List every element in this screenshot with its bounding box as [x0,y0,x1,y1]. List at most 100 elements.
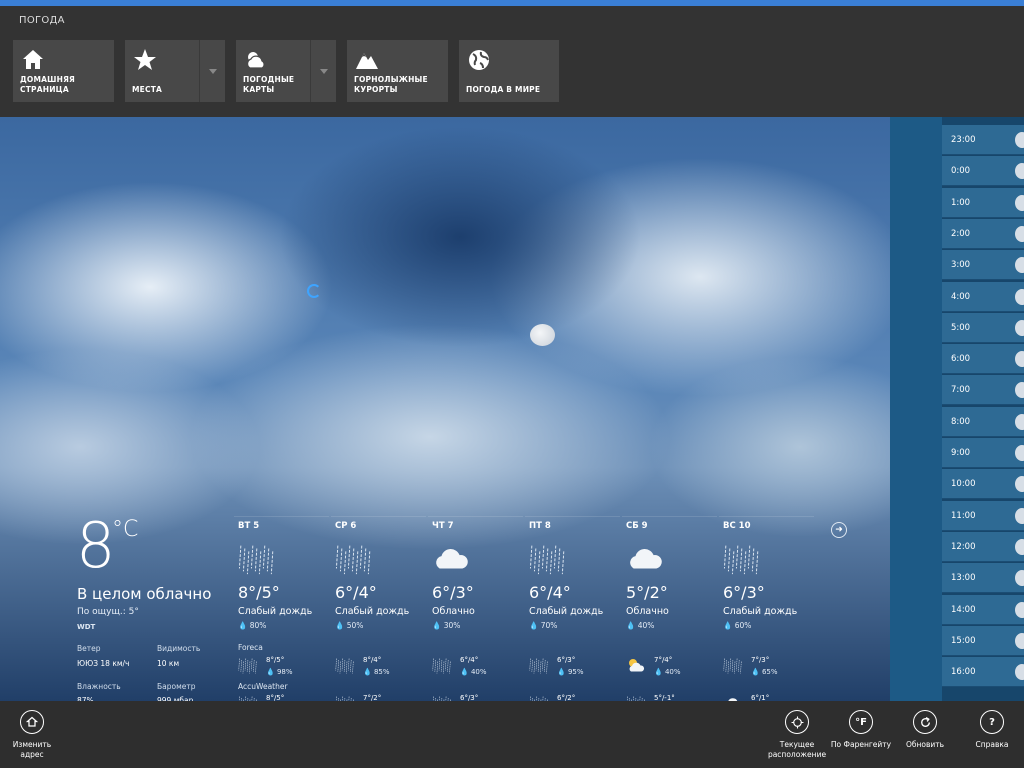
day-forecast-5[interactable]: ВС 10 6°/3° Слабый дождь 💧 60% 7°/3° 💧 65% 6°/… [719,516,814,704]
chevron-down-icon [319,68,328,74]
nav-tile-home[interactable]: ДОМАШНЯЯ СТРАНИЦА [13,40,114,102]
hour-time: 0:00 [951,166,971,177]
hour-forecast-item[interactable]: 6:00 [942,344,1024,375]
day-temperature: 6°/4° [529,583,571,602]
hour-forecast-item[interactable]: 15:00 [942,625,1024,656]
button-label: Изменить адрес [12,740,52,759]
hour-weather-icon [1015,664,1024,681]
day-forecast-4[interactable]: СБ 9 5°/2° Облачно 💧 40% 7°/4° 💧 40% 5°/-1° [622,516,717,704]
hour-forecast-item[interactable]: 23:00 [942,125,1024,155]
rain-icon [238,656,258,674]
hour-time: 2:00 [951,228,971,239]
day-precipitation: 💧 60% [723,621,752,630]
hour-time: 11:00 [951,510,976,521]
hour-weather-icon [1015,382,1024,399]
hour-forecast-item[interactable]: 16:00 [942,657,1024,688]
hour-forecast-item[interactable]: 7:00 [942,375,1024,406]
day-name: СБ 9 [626,521,648,531]
target-icon [785,710,809,734]
precip-value: 40% [470,668,487,676]
nav-tile-weather-maps[interactable]: ПОГОДНЫЕ КАРТЫ [236,40,336,102]
hour-weather-icon [1015,538,1024,555]
rain-icon [335,541,373,575]
hour-forecast-item[interactable]: 9:00 [942,438,1024,468]
nav-tile-label: МЕСТА [132,85,163,94]
nav-tile-places[interactable]: МЕСТА [125,40,225,102]
hour-weather-icon [1015,570,1024,587]
change-address-button[interactable]: Изменить адрес [8,710,56,760]
day-name: ВС 10 [723,521,751,531]
hour-weather-icon [1015,225,1024,242]
places-dropdown-button[interactable] [199,40,225,102]
loading-spinner-icon [307,284,321,298]
refresh-button[interactable]: Обновить [898,710,952,750]
nav-bar: ПОГОДА ДОМАШНЯЯ СТРАНИЦА МЕСТА ПОГОДНЫЕ … [0,6,1024,117]
day-precipitation: 💧 30% [432,621,461,630]
day-temperature: 6°/3° [432,583,474,602]
hour-forecast-item[interactable]: 14:00 [942,594,1024,625]
day-condition: Облачно [626,606,669,617]
app-title: ПОГОДА [19,15,65,26]
rain-icon [238,541,276,575]
nav-tile-world-weather[interactable]: ПОГОДА В МИРЕ [459,40,559,102]
hour-forecast-item[interactable]: 11:00 [942,500,1024,531]
hour-forecast-item[interactable]: 13:00 [942,563,1024,594]
hour-forecast-item[interactable]: 2:00 [942,218,1024,249]
precip-value: 85% [373,668,390,676]
day-precipitation: 💧 40% [626,621,655,630]
rain-icon [723,541,761,575]
hour-forecast-item[interactable]: 8:00 [942,406,1024,437]
visibility-value: 10 км [157,659,180,668]
day-name: ЧТ 7 [432,521,454,531]
nav-tile-label: ПОГОДНЫЕ КАРТЫ [243,75,295,94]
nav-tile-label: ГОРНОЛЫЖНЫЕ КУРОРТЫ [354,75,428,94]
source1-temperature: 6°/3° [557,656,576,664]
day-forecast-1[interactable]: СР 6 6°/4° Слабый дождь 💧 50% 8°/4° 💧 85% 7°/2… [331,516,426,704]
mountain-icon [356,53,378,69]
star-icon [134,49,156,70]
hour-forecast-item[interactable]: 4:00 [942,281,1024,312]
day-forecast-0[interactable]: ВТ 5 8°/5° Слабый дождь 💧 80% 8°/5° 💧 98% 8°/5… [234,516,329,704]
source1-temperature: 7°/4° [654,656,673,664]
help-button[interactable]: ? Справка [966,710,1018,750]
hour-forecast-item[interactable]: 10:00 [942,469,1024,500]
fahrenheit-button[interactable]: °F По Фаренгейту [830,710,892,750]
button-label: По Фаренгейту [830,740,892,749]
hour-forecast-item[interactable]: 0:00 [942,156,1024,187]
moon-icon [530,324,555,346]
rain-icon [723,656,743,674]
hour-forecast-item[interactable]: 1:00 [942,187,1024,218]
precip-value: 40% [637,621,655,630]
next-days-button[interactable]: ➜ [831,522,847,538]
hour-time: 12:00 [951,541,976,552]
weather-maps-dropdown-button[interactable] [310,40,336,102]
precip-value: 30% [443,621,461,630]
source1-precipitation: 💧 95% [557,668,584,676]
source1-precipitation: 💧 40% [654,668,681,676]
day-condition: Слабый дождь [723,606,798,617]
nav-tile-ski-resorts[interactable]: ГОРНОЛЫЖНЫЕ КУРОРТЫ [347,40,448,102]
hour-time: 13:00 [951,573,976,584]
precip-value: 50% [346,621,364,630]
hour-time: 23:00 [951,135,976,145]
precip-value: 65% [761,668,778,676]
hour-weather-icon [1015,319,1024,336]
hour-time: 10:00 [951,479,976,490]
day-name: ПТ 8 [529,521,551,531]
day-temperature: 5°/2° [626,583,668,602]
day-condition: Слабый дождь [529,606,604,617]
day-temperature: 6°/4° [335,583,377,602]
hour-time: 16:00 [951,667,976,678]
barometer-label: Барометр [157,682,196,691]
source1-temperature: 8°/4° [363,656,382,664]
hour-forecast-item[interactable]: 3:00 [942,250,1024,281]
partly-sunny-icon [626,656,646,674]
hour-weather-icon [1015,445,1024,461]
day-forecast-3[interactable]: ПТ 8 6°/4° Слабый дождь 💧 70% 6°/3° 💧 95% 6°/2… [525,516,620,704]
hourly-forecast: 23:00 0:00 1:00 2:00 3:00 4:00 5:00 6:00 7:00 8:0… [942,117,1024,701]
hour-forecast-item[interactable]: 12:00 [942,531,1024,562]
weather-map-icon [247,52,265,69]
current-location-button[interactable]: Текущее расположение [763,710,831,760]
day-forecast-2[interactable]: ЧТ 7 6°/3° Облачно 💧 30% 6°/4° 💧 40% 6°/3° [428,516,523,704]
hour-forecast-item[interactable]: 5:00 [942,312,1024,343]
